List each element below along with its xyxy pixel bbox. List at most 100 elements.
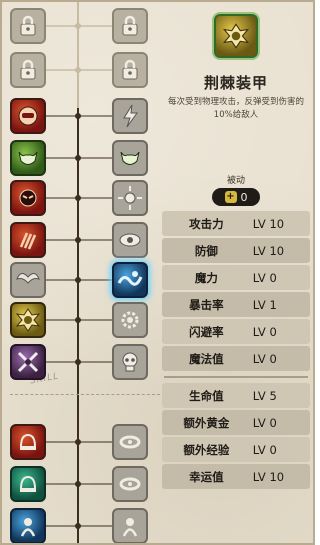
connector-node [75,237,81,243]
skill-node-mid-2[interactable] [112,52,148,88]
lock-icon [20,15,36,36]
spirit-icon [20,518,36,537]
stat-row[interactable]: 额外经验 LV 0 [162,437,310,462]
shield-dome-icon [19,433,37,450]
selected-skill-description: 每次受到物理攻击，反弹受到伤害的10%给敌人 [167,97,304,120]
stat-row[interactable]: 额外黄金 LV 0 [162,410,310,435]
bull-icon [120,151,140,165]
connector-node [75,113,81,119]
skull-icon [122,352,138,372]
connector-node [75,67,81,73]
stat-name: 幸运值 [189,469,224,484]
connector-node [75,359,81,365]
connector-node [75,439,81,445]
stat-row[interactable]: 幸运值 LV 10 [162,464,310,489]
wave-icon [117,271,143,286]
selected-skill-name: 荆棘装甲 [203,74,268,92]
skill-points-value: 0 [240,190,248,204]
stat-name: 暴击率 [189,297,224,312]
section-divider [10,394,160,395]
stat-row[interactable]: 魔法值 LV 0 [162,346,310,371]
wings-icon [16,273,40,284]
skill-node-left-12[interactable] [10,508,46,544]
skill-type-label: 被动 [226,176,245,186]
lock-icon [122,59,138,80]
stat-row[interactable]: 魔力 LV 0 [162,265,310,290]
burst-icon [118,186,142,210]
thorn-armor-icon [222,23,250,49]
stat-name: 闪避率 [189,324,224,339]
skill-node-mid-3[interactable] [112,98,148,134]
connector-node [75,195,81,201]
skill-node-mid-7[interactable] [112,262,148,298]
stat-name: 生命值 [189,388,224,403]
shield-dome-icon [19,475,37,492]
claw-icon [19,232,37,250]
connector-node [75,277,81,283]
stat-row[interactable]: 防御 LV 10 [162,238,310,263]
stat-level: LV 1 [252,297,277,312]
skill-node-left-5[interactable] [10,180,46,216]
skill-points-button[interactable]: + 0 [212,188,260,206]
stat-name: 额外经验 [183,442,230,457]
fist-icon [18,106,38,126]
swords-icon [17,351,39,373]
connector-node [75,317,81,323]
stat-level: LV 0 [252,442,277,457]
skill-node-mid-12[interactable] [112,508,148,544]
skill-node-left-11[interactable] [10,466,46,502]
skill-node-left-3[interactable] [10,98,46,134]
skill-node-left-8[interactable] [10,302,46,338]
skill-node-mid-6[interactable] [112,222,148,258]
skill-node-left-2[interactable] [10,52,46,88]
ring-icon [119,435,141,449]
connector-node [75,481,81,487]
connector-node [75,155,81,161]
thorn-armor-icon [15,308,41,332]
skill-node-mid-1[interactable] [112,8,148,44]
stat-row[interactable]: 闪避率 LV 0 [162,319,310,344]
skill-node-left-7[interactable] [10,262,46,298]
skill-node-mid-11[interactable] [112,466,148,502]
stat-row[interactable]: 暴击率 LV 1 [162,292,310,317]
stat-name: 魔法值 [189,351,224,366]
rage-icon [19,189,37,207]
connector-node [75,523,81,529]
ring-icon [119,477,141,491]
connector-node [75,23,81,29]
skill-node-left-4[interactable] [10,140,46,176]
stat-level: LV 0 [252,270,277,285]
skill-node-mid-5[interactable] [112,180,148,216]
skill-node-left-1[interactable] [10,8,46,44]
stat-name: 防御 [194,243,218,258]
stat-row[interactable]: 攻击力 LV 10 [162,211,310,236]
plus-icon: + [224,191,237,203]
stat-level: LV 10 [252,243,285,258]
skill-node-mid-9[interactable] [112,344,148,380]
stat-name: 魔力 [194,270,218,285]
lock-icon [122,15,138,36]
stat-level: LV 0 [252,324,277,339]
skill-node-left-9[interactable] [10,344,46,380]
skill-screen: SKILL 荆棘装甲 每次受到物理攻击，反弹受到伤害的10%给敌人 被动 + 0… [0,0,315,545]
stat-level: LV 5 [252,388,277,403]
stat-name: 额外黄金 [183,415,230,430]
selected-skill-icon [214,14,258,58]
stat-level: LV 10 [252,469,285,484]
stat-level: LV 0 [252,415,277,430]
skill-node-left-10[interactable] [10,424,46,460]
skill-node-mid-4[interactable] [112,140,148,176]
spirit-icon [122,518,138,537]
stat-row[interactable]: 生命值 LV 5 [162,383,310,408]
gear-icon [121,311,139,329]
skill-node-mid-10[interactable] [112,424,148,460]
stat-level: LV 0 [252,351,277,366]
stat-name: 攻击力 [189,216,224,231]
stats-divider [164,376,308,378]
bull-icon [18,151,38,165]
lightning-icon [123,104,138,128]
eye-icon [119,233,141,247]
skill-node-mid-8[interactable] [112,302,148,338]
lock-icon [20,59,36,80]
skill-node-left-6[interactable] [10,222,46,258]
